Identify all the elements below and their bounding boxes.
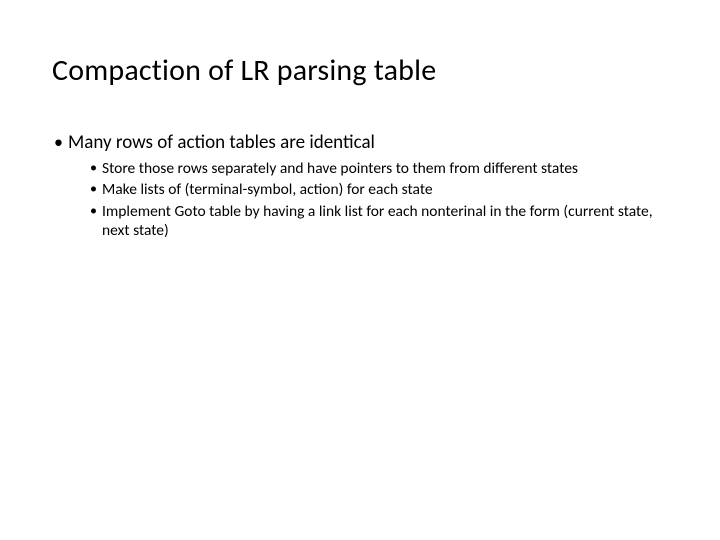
bullet-list-level1: Many rows of action tables are identical… bbox=[52, 131, 668, 240]
bullet-text: Store those rows separately and have poi… bbox=[102, 159, 578, 178]
bullet-text: Many rows of action tables are identical bbox=[68, 131, 375, 154]
list-item: Implement Goto table by having a link li… bbox=[88, 202, 668, 241]
bullet-text: Make lists of (terminal-symbol, action) … bbox=[102, 180, 433, 199]
slide-title: Compaction of LR parsing table bbox=[52, 52, 668, 89]
slide: Compaction of LR parsing table Many rows… bbox=[0, 0, 720, 540]
list-item: Store those rows separately and have poi… bbox=[88, 159, 668, 178]
list-item: Many rows of action tables are identical… bbox=[52, 131, 668, 240]
bullet-text: Implement Goto table by having a link li… bbox=[102, 202, 653, 240]
bullet-list-level2: Store those rows separately and have poi… bbox=[68, 159, 668, 241]
list-item: Make lists of (terminal-symbol, action) … bbox=[88, 180, 668, 199]
